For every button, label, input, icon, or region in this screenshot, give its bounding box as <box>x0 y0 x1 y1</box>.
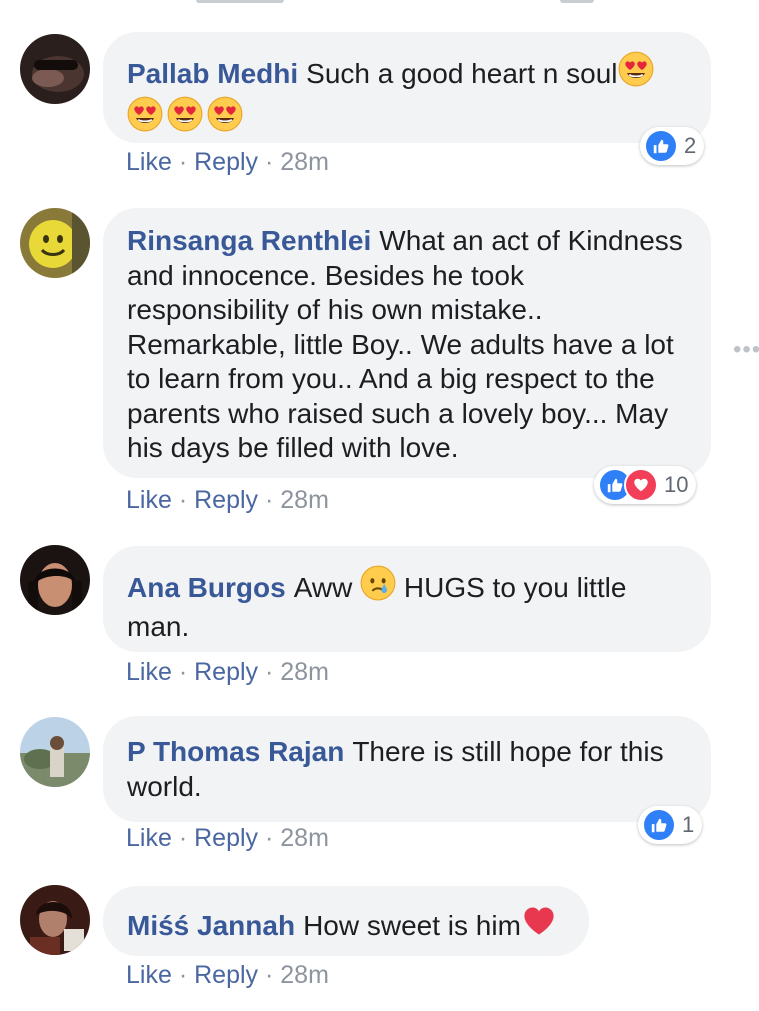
like-reaction-icon <box>644 129 678 163</box>
heart-eyes-icon <box>618 51 654 96</box>
comment-text-before: Aww <box>293 572 353 603</box>
comment-timestamp[interactable]: 28m <box>280 148 329 176</box>
comment-actions: Like · Reply · 28m <box>126 961 329 990</box>
separator: · <box>264 961 274 989</box>
comment-timestamp[interactable]: 28m <box>280 961 329 989</box>
comment-bubble: Rinsanga Renthlei What an act of Kindness… <box>103 208 711 478</box>
like-link[interactable]: Like <box>126 658 172 686</box>
comment-author[interactable]: Rinsanga Renthlei <box>127 225 371 256</box>
avatar[interactable] <box>20 208 90 278</box>
comment-actions: Like · Reply · 28m <box>126 824 329 853</box>
heart-eyes-icon <box>127 96 163 141</box>
comment-author[interactable]: Miśś Jannah <box>127 910 295 941</box>
comment-author[interactable]: Pallab Medhi <box>127 58 298 89</box>
comment-bubble: P Thomas Rajan There is still hope for th… <box>103 716 711 822</box>
avatar[interactable] <box>20 34 90 104</box>
comment-bubble: Ana Burgos Aww HUGS to you little man. <box>103 546 711 652</box>
like-link[interactable]: Like <box>126 824 172 852</box>
reply-link[interactable]: Reply <box>194 658 258 686</box>
like-link[interactable]: Like <box>126 148 172 176</box>
reaction-badge[interactable]: 1 <box>638 806 703 844</box>
love-reaction-icon <box>624 468 658 502</box>
separator: · <box>264 658 274 686</box>
comment-author[interactable]: P Thomas Rajan <box>127 736 344 767</box>
crying-face-icon <box>360 565 396 610</box>
comment-actions: Like · Reply · 28m <box>126 486 329 515</box>
reply-link[interactable]: Reply <box>194 961 258 989</box>
like-link[interactable]: Like <box>126 961 172 989</box>
comment-text: Such a good heart n soul <box>306 58 618 89</box>
like-link[interactable]: Like <box>126 486 172 514</box>
reply-link[interactable]: Reply <box>194 486 258 514</box>
separator: · <box>178 961 188 989</box>
like-reaction-icon <box>642 808 676 842</box>
separator: · <box>264 148 274 176</box>
separator: · <box>264 824 274 852</box>
red-heart-icon <box>521 903 557 948</box>
reaction-count: 1 <box>682 812 695 837</box>
reaction-badge[interactable]: 2 <box>640 127 705 165</box>
comment-actions: Like · Reply · 28m <box>126 148 329 177</box>
comment-bubble: Pallab Medhi Such a good heart n soul <box>103 32 711 143</box>
separator: · <box>178 658 188 686</box>
reaction-count: 10 <box>664 472 689 497</box>
previous-comment-fragment <box>0 0 759 8</box>
reaction-count: 2 <box>684 133 697 158</box>
comment-text: What an act of Kindness and innocence. B… <box>127 225 683 463</box>
separator: · <box>264 486 274 514</box>
avatar[interactable] <box>20 545 90 615</box>
heart-eyes-icon <box>207 96 243 141</box>
more-options-icon[interactable]: ••• <box>733 336 759 364</box>
reaction-badge[interactable]: 10 <box>594 466 697 504</box>
comment-author[interactable]: Ana Burgos <box>127 572 286 603</box>
comment-timestamp[interactable]: 28m <box>280 486 329 514</box>
comment-text: How sweet is him <box>303 910 521 941</box>
comment-timestamp[interactable]: 28m <box>280 658 329 686</box>
separator: · <box>178 824 188 852</box>
comment-actions: Like · Reply · 28m <box>126 658 329 687</box>
avatar[interactable] <box>20 885 90 955</box>
separator: · <box>178 148 188 176</box>
separator: · <box>178 486 188 514</box>
comment-timestamp[interactable]: 28m <box>280 824 329 852</box>
comment-bubble: Miśś Jannah How sweet is him <box>103 886 589 956</box>
reply-link[interactable]: Reply <box>194 148 258 176</box>
avatar[interactable] <box>20 717 90 787</box>
reply-link[interactable]: Reply <box>194 824 258 852</box>
heart-eyes-icon <box>167 96 203 141</box>
